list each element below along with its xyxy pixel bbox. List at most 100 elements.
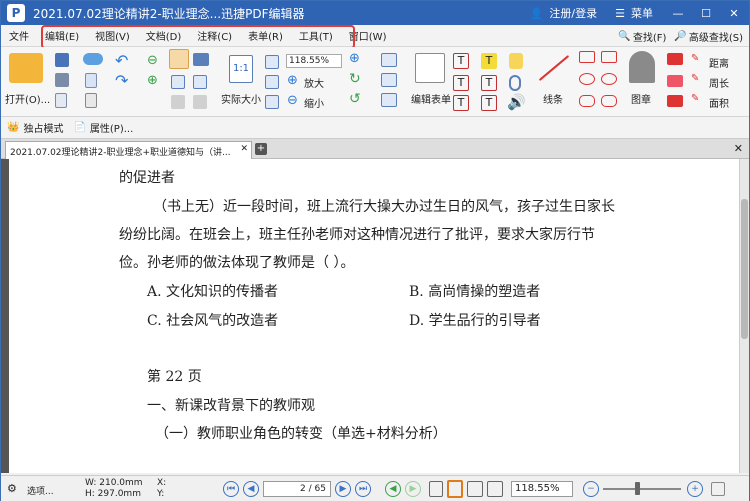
menu-tools[interactable]: 工具(T) bbox=[291, 28, 341, 43]
doc-icon[interactable] bbox=[85, 73, 97, 88]
typewriter-icon[interactable]: T bbox=[481, 53, 497, 69]
menu-comment[interactable]: 注释(C) bbox=[189, 28, 240, 43]
snapshot-icon[interactable] bbox=[171, 95, 185, 109]
select-area-icon[interactable] bbox=[193, 75, 207, 89]
crop-page-icon[interactable] bbox=[381, 93, 397, 107]
zoom-slider-handle[interactable] bbox=[635, 482, 640, 495]
options-button[interactable]: 选项... bbox=[27, 484, 54, 497]
facing-view-icon[interactable] bbox=[467, 481, 483, 497]
polygon-icon[interactable] bbox=[601, 51, 617, 63]
properties-button[interactable]: 属性(P)... bbox=[90, 120, 133, 135]
document-tab[interactable]: 2021.07.02理论精讲2-职业理念+职业道德知与（讲... ✕ bbox=[5, 141, 252, 159]
area-label[interactable]: 面积 bbox=[709, 95, 729, 110]
doc-list-icon[interactable] bbox=[85, 93, 97, 108]
paperclip-icon[interactable] bbox=[509, 75, 521, 91]
line-tool-icon[interactable] bbox=[538, 55, 570, 81]
rotate-ccw-icon[interactable]: ↺ bbox=[349, 91, 361, 107]
edit-form-label[interactable]: 编辑表单 bbox=[411, 91, 451, 106]
rectangle-icon[interactable] bbox=[579, 51, 595, 63]
redo-icon[interactable]: ↷ bbox=[115, 71, 128, 90]
advanced-find-button[interactable]: 🔎 高级查找(S) bbox=[674, 29, 743, 44]
stamp-label[interactable]: 图章 bbox=[631, 91, 651, 106]
find-button[interactable]: 🔍 查找(F) bbox=[618, 29, 666, 44]
open-button-label[interactable]: 打开(O)... bbox=[5, 91, 50, 106]
history-back-icon[interactable]: ◀ bbox=[385, 481, 401, 497]
crop-icon[interactable] bbox=[193, 95, 207, 109]
menu-view[interactable]: 视图(V) bbox=[87, 28, 138, 43]
status-zoom-out-icon[interactable]: − bbox=[583, 481, 599, 497]
perimeter-label[interactable]: 周长 bbox=[709, 75, 729, 90]
scrollbar-thumb[interactable] bbox=[741, 199, 748, 339]
close-button[interactable]: ✕ bbox=[723, 4, 745, 22]
exclusive-mode-button[interactable]: 独占模式 bbox=[23, 120, 63, 135]
oval-icon[interactable] bbox=[579, 73, 595, 85]
fit-visible-icon[interactable] bbox=[265, 95, 279, 109]
continuous-view-icon[interactable] bbox=[447, 480, 463, 498]
prev-page-icon[interactable]: ◀ bbox=[243, 481, 259, 497]
menu-edit[interactable]: 编辑(E) bbox=[37, 28, 87, 43]
stamp-icon[interactable] bbox=[629, 51, 655, 83]
eraser-shape-icon[interactable] bbox=[601, 95, 617, 107]
minimize-button[interactable]: — bbox=[667, 4, 689, 22]
cloud-icon[interactable] bbox=[83, 53, 103, 65]
line-tool-label[interactable]: 线条 bbox=[543, 91, 563, 106]
note-icon[interactable] bbox=[509, 53, 523, 69]
menu-icon[interactable]: ☰ bbox=[615, 7, 625, 20]
select-text-icon[interactable] bbox=[171, 75, 185, 89]
status-zoom-in-icon[interactable]: + bbox=[687, 481, 703, 497]
area-icon[interactable]: ✎ bbox=[691, 93, 699, 104]
text-field-icon[interactable]: T bbox=[453, 53, 469, 69]
actual-size-icon[interactable]: 1:1 bbox=[229, 55, 253, 83]
measure-icon[interactable] bbox=[667, 95, 683, 107]
zoom-slider-track[interactable] bbox=[603, 488, 681, 490]
menu-button[interactable]: 菜单 bbox=[631, 5, 653, 21]
perimeter-icon[interactable]: ✎ bbox=[691, 73, 699, 84]
distance-label[interactable]: 距离 bbox=[709, 55, 729, 70]
last-page-icon[interactable]: ⏭ bbox=[355, 481, 371, 497]
textbox-icon[interactable]: T bbox=[481, 75, 497, 91]
distance-icon[interactable]: ✎ bbox=[691, 53, 699, 64]
magnifier-icon[interactable]: ⊕ bbox=[349, 51, 360, 66]
print-icon[interactable] bbox=[55, 73, 69, 87]
menu-file[interactable]: 文件 bbox=[1, 28, 37, 43]
hand-tool-icon[interactable] bbox=[169, 49, 189, 69]
status-zoom-combobox[interactable]: 118.55% bbox=[511, 481, 573, 497]
login-link[interactable]: 注册/登录 bbox=[549, 5, 597, 21]
zoom-in-icon[interactable]: ⊕ bbox=[287, 73, 298, 88]
nav-forward-icon[interactable]: ⊕ bbox=[147, 73, 158, 88]
fit-width-icon[interactable] bbox=[265, 75, 279, 89]
fit-page-icon[interactable] bbox=[265, 55, 279, 69]
camera-icon[interactable] bbox=[193, 53, 209, 66]
rotate-cw-icon[interactable]: ↻ bbox=[349, 71, 361, 87]
callout-icon[interactable]: T bbox=[481, 95, 497, 111]
vertical-scrollbar[interactable] bbox=[739, 159, 749, 473]
page-icon[interactable] bbox=[55, 93, 67, 108]
zoom-out-icon[interactable]: ⊖ bbox=[287, 93, 298, 108]
single-page-view-icon[interactable] bbox=[429, 481, 443, 497]
open-folder-icon[interactable] bbox=[9, 53, 43, 83]
nav-back-icon[interactable]: ⊖ bbox=[147, 53, 158, 68]
audio-icon[interactable]: 🔊 bbox=[507, 93, 526, 111]
facing-continuous-view-icon[interactable] bbox=[487, 481, 503, 497]
list-field-icon[interactable]: T bbox=[453, 95, 469, 111]
close-all-tabs-icon[interactable]: ✕ bbox=[734, 142, 743, 155]
zoom-out-label[interactable]: 缩小 bbox=[304, 95, 324, 110]
checkbox-field-icon[interactable]: T bbox=[453, 75, 469, 91]
link-icon[interactable] bbox=[381, 53, 397, 67]
menu-form[interactable]: 表单(R) bbox=[240, 28, 291, 43]
undo-icon[interactable]: ↶ bbox=[115, 51, 128, 70]
save-icon[interactable] bbox=[55, 53, 69, 67]
eraser-icon[interactable] bbox=[667, 75, 683, 87]
attach-icon[interactable] bbox=[381, 73, 397, 87]
first-page-icon[interactable]: ⏮ bbox=[223, 481, 239, 497]
zoom-in-label[interactable]: 放大 bbox=[304, 75, 324, 90]
page-number-input[interactable]: 2 / 65 bbox=[263, 481, 331, 497]
menu-window[interactable]: 窗口(W) bbox=[341, 28, 395, 43]
expand-icon[interactable] bbox=[711, 482, 725, 496]
history-forward-icon[interactable]: ▶ bbox=[405, 481, 421, 497]
user-icon[interactable]: 👤 bbox=[530, 7, 544, 20]
edit-form-icon[interactable] bbox=[415, 53, 445, 83]
menu-document[interactable]: 文档(D) bbox=[138, 28, 190, 43]
pencil-icon[interactable] bbox=[601, 73, 617, 85]
maximize-button[interactable]: ☐ bbox=[695, 4, 717, 22]
